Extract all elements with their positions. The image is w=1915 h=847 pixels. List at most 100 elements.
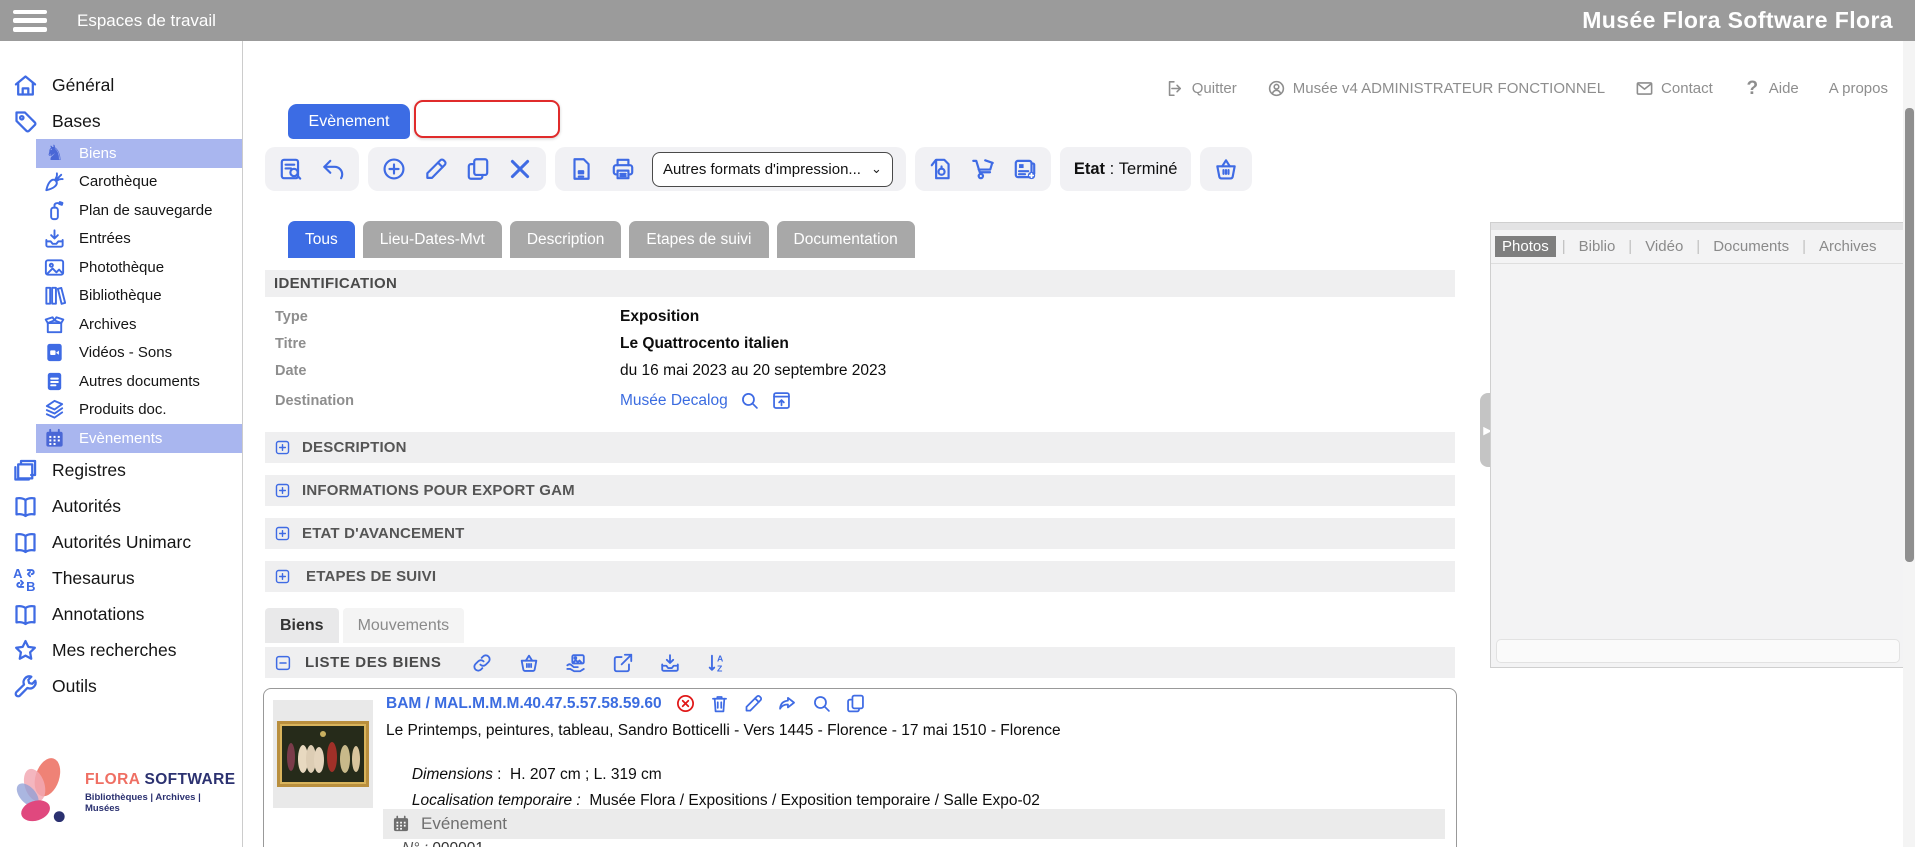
tab-photos[interactable]: Photos: [1495, 236, 1556, 257]
sidebar-item-autorites[interactable]: Autorités: [0, 489, 242, 525]
destination-link[interactable]: Musée Decalog: [620, 392, 728, 410]
delete-x-icon[interactable]: [507, 156, 533, 182]
search-icon[interactable]: [739, 390, 760, 411]
tab-documents[interactable]: Documents: [1706, 236, 1796, 257]
section-description[interactable]: DESCRIPTION: [265, 432, 1455, 463]
page-scrollbar-thumb[interactable]: [1905, 108, 1914, 562]
identification-header: IDENTIFICATION: [265, 270, 1455, 297]
tab-video[interactable]: Vidéo: [1638, 236, 1690, 257]
person-icon: [1267, 79, 1286, 98]
tab-archives[interactable]: Archives: [1812, 236, 1884, 257]
sidebar-item-evenements[interactable]: Evènements: [36, 424, 242, 453]
tab-description[interactable]: Description: [510, 221, 622, 258]
expand-plus-icon[interactable]: [274, 525, 291, 542]
edit-pencil-icon[interactable]: [743, 693, 764, 714]
item-title-row: BAM / MAL.M.M.M.40.47.5.57.58.59.60: [386, 693, 866, 714]
share-arrow-icon[interactable]: [777, 693, 798, 714]
sidebar-item-entrees[interactable]: Entrées: [36, 225, 242, 254]
toolbar-group-export: [915, 147, 1051, 191]
sidebar-item-thesaurus[interactable]: AB Thesaurus: [0, 561, 242, 597]
tab-lieu-dates-mvt[interactable]: Lieu-Dates-Mvt: [363, 221, 502, 258]
hand-image-icon[interactable]: [565, 652, 587, 674]
painting-image: [277, 721, 369, 787]
quitter-button[interactable]: Quitter: [1166, 79, 1237, 98]
sidebar-item-annotations[interactable]: Annotations: [0, 597, 242, 633]
add-record-icon[interactable]: [381, 156, 407, 182]
contact-button[interactable]: Contact: [1635, 79, 1713, 98]
current-user[interactable]: Musée v4 ADMINISTRATEUR FONCTIONNEL: [1267, 79, 1605, 98]
expand-plus-icon[interactable]: [274, 568, 291, 585]
sidebar-item-registres[interactable]: Registres: [0, 453, 242, 489]
toolbar-group-search: [265, 147, 359, 191]
remove-circle-icon[interactable]: [675, 693, 696, 714]
document-print-icon[interactable]: [568, 156, 594, 182]
sort-az-icon[interactable]: AZ: [706, 652, 728, 674]
section-etat-avancement[interactable]: ETAT D'AVANCEMENT: [265, 518, 1455, 549]
section-informations-export-gam[interactable]: INFORMATIONS POUR EXPORT GAM: [265, 475, 1455, 506]
section-etapes-de-suivi[interactable]: ETAPES DE SUIVI: [265, 561, 1455, 592]
expand-plus-icon[interactable]: [274, 482, 291, 499]
logo-tagline: Bibliothèques | Archives | Musées: [85, 792, 236, 814]
artwork-thumbnail[interactable]: [273, 700, 373, 808]
sidebar-item-biens[interactable]: ♞ Biens: [36, 139, 242, 168]
sidebar-item-outils[interactable]: Outils: [0, 669, 242, 705]
sidebar-item-bibliotheque[interactable]: Bibliothèque: [36, 282, 242, 311]
duplicate-icon[interactable]: [465, 156, 491, 182]
open-book-icon: [12, 529, 39, 556]
sidebar-item-archives[interactable]: Archives: [36, 310, 242, 339]
list-search-icon[interactable]: [278, 156, 304, 182]
search-icon[interactable]: [811, 693, 832, 714]
tab-mouvements[interactable]: Mouvements: [343, 608, 465, 643]
basket-icon[interactable]: [518, 652, 540, 674]
hamburger-menu-icon[interactable]: [13, 10, 47, 32]
sidebar-item-carotheque[interactable]: Carothèque: [36, 168, 242, 197]
open-window-icon[interactable]: [771, 390, 792, 411]
media-panel: Photos | Biblio | Vidéo | Documents | Ar…: [1490, 222, 1906, 668]
empty-highlighted-tab[interactable]: [414, 100, 560, 138]
sidebar-item-general[interactable]: Général: [0, 67, 242, 103]
sidebar-item-plan-sauvegarde[interactable]: Plan de sauvegarde: [36, 196, 242, 225]
sidebar-item-autorites-unimarc[interactable]: Autorités Unimarc: [0, 525, 242, 561]
calendar-icon: [391, 814, 411, 834]
edit-pencil-icon[interactable]: [423, 156, 449, 182]
sidebar-item-phototheque[interactable]: Photothèque: [36, 253, 242, 282]
aide-button[interactable]: ? Aide: [1743, 79, 1799, 98]
sidebar-item-bases[interactable]: Bases: [0, 103, 242, 139]
record-tab-evenement[interactable]: Evènement: [288, 104, 410, 139]
tab-biens[interactable]: Biens: [265, 608, 339, 643]
basket-button[interactable]: [1200, 147, 1252, 191]
trolley-icon[interactable]: [970, 156, 996, 182]
print-format-dropdown[interactable]: Autres formats d'impression... ⌄: [652, 152, 893, 187]
item-reference-link[interactable]: BAM / MAL.M.M.M.40.47.5.57.58.59.60: [386, 695, 662, 713]
download-icon[interactable]: [659, 652, 681, 674]
tab-biblio[interactable]: Biblio: [1572, 236, 1623, 257]
sidebar-item-autres-documents[interactable]: Autres documents: [36, 367, 242, 396]
trash-icon[interactable]: [709, 693, 730, 714]
undo-icon[interactable]: [320, 156, 346, 182]
extinguisher-icon: [43, 199, 66, 222]
link-icon[interactable]: [471, 652, 493, 674]
sidebar: Général Bases ♞ Biens Carothèque Plan de…: [0, 41, 243, 847]
copy-icon[interactable]: [845, 693, 866, 714]
thesaurus-ab-icon: AB: [12, 565, 39, 592]
sidebar-item-videos-sons[interactable]: Vidéos - Sons: [36, 339, 242, 368]
app-window: Espaces de travail Musée Flora Software …: [0, 0, 1915, 847]
tab-etapes-de-suivi[interactable]: Etapes de suivi: [629, 221, 768, 258]
panel-top-strip: [1491, 223, 1905, 230]
external-link-icon[interactable]: [612, 652, 634, 674]
tab-tous[interactable]: Tous: [288, 221, 355, 258]
star-icon: [12, 637, 39, 664]
report-add-icon[interactable]: [1012, 156, 1038, 182]
wrench-icon: [12, 673, 39, 700]
apropos-button[interactable]: A propos: [1829, 80, 1888, 97]
sidebar-item-produits-doc[interactable]: Produits doc.: [36, 396, 242, 425]
export-document-icon[interactable]: [928, 156, 954, 182]
inbox-down-icon: [43, 227, 66, 250]
collapse-minus-icon[interactable]: [274, 654, 292, 672]
expand-plus-icon[interactable]: [274, 439, 291, 456]
printer-icon[interactable]: [610, 156, 636, 182]
app-title: Musée Flora Software Flora: [1582, 7, 1893, 34]
svg-text:A: A: [13, 566, 22, 581]
sidebar-item-mes-recherches[interactable]: Mes recherches: [0, 633, 242, 669]
tab-documentation[interactable]: Documentation: [777, 221, 915, 258]
